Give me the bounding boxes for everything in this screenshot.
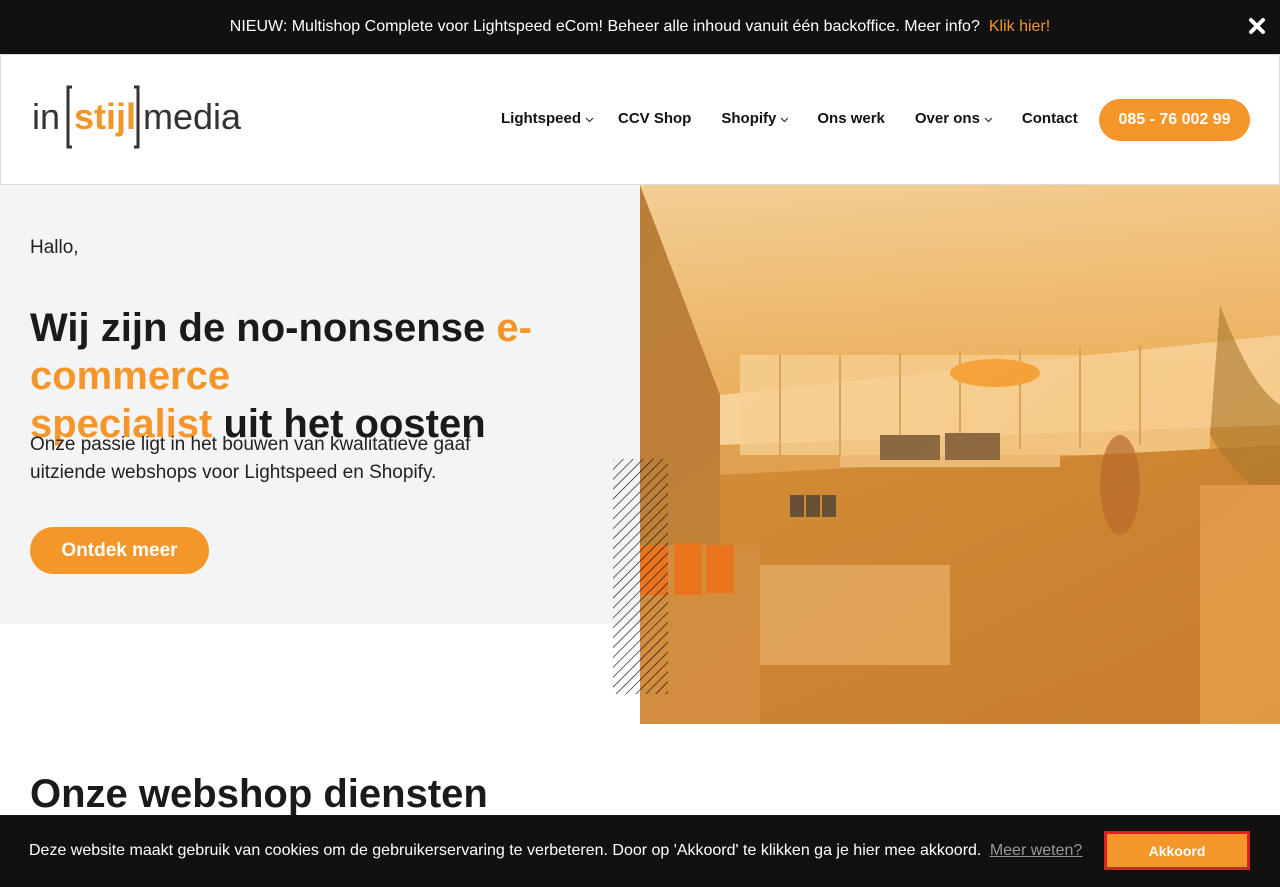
nav-item-ons-werk[interactable]: Ons werk xyxy=(817,110,885,127)
cookie-message: Deze website maakt gebruik van cookies o… xyxy=(29,842,982,859)
logo-text-in: in xyxy=(32,96,60,137)
chevron-down-icon xyxy=(585,117,594,122)
nav-label-shopify: Shopify xyxy=(721,110,777,127)
announcement-bar: NIEUW: Multishop Complete voor Lightspee… xyxy=(0,0,1280,54)
announcement-message: NIEUW: Multishop Complete voor Lightspee… xyxy=(229,18,980,35)
hero-intro: Onze passie ligt in het bouwen van kwali… xyxy=(30,434,471,483)
cookie-bar: Deze website maakt gebruik van cookies o… xyxy=(0,815,1280,887)
chevron-down-icon xyxy=(984,117,993,122)
site-header: in stijl media Lightspeed CCV Shop Shopi… xyxy=(0,54,1280,185)
nav-label-lightspeed: Lightspeed xyxy=(501,110,582,127)
nav-item-ccv-shop[interactable]: CCV Shop xyxy=(618,110,691,127)
nav-item-lightspeed[interactable]: Lightspeed xyxy=(501,110,594,127)
hero-office-image xyxy=(640,185,1280,724)
logo-text-stijl: stijl xyxy=(74,96,136,137)
nav-label-over-ons: Over ons xyxy=(914,110,980,127)
headline-part1: Wij zijn de no-nonsense xyxy=(30,306,497,350)
nav-label-contact: Contact xyxy=(1021,110,1078,127)
cookie-message-wrap: Deze website maakt gebruik van cookies o… xyxy=(29,842,1082,860)
main-nav: Lightspeed CCV Shop Shopify Ons werk Ove… xyxy=(501,110,1078,127)
nav-item-contact[interactable]: Contact xyxy=(1022,110,1078,127)
services-title: Onze webshop diensten xyxy=(30,772,488,816)
hatch-pattern-decoration xyxy=(613,459,668,694)
hero-greeting: Hallo, xyxy=(30,237,79,258)
nav-item-shopify[interactable]: Shopify xyxy=(721,110,789,127)
ontdek-meer-button[interactable]: Ontdek meer xyxy=(30,527,209,574)
nav-item-over-ons[interactable]: Over ons xyxy=(915,110,993,127)
phone-button[interactable]: 085 - 76 002 99 xyxy=(1099,99,1250,141)
close-icon[interactable] xyxy=(1248,17,1266,35)
nav-label-ons-werk: Ons werk xyxy=(817,110,885,127)
cookie-more-link[interactable]: Meer weten? xyxy=(990,842,1083,859)
cookie-accept-button[interactable]: Akkoord xyxy=(1104,831,1250,870)
announcement-link[interactable]: Klik hier! xyxy=(989,18,1050,36)
chevron-down-icon xyxy=(780,117,789,122)
logo-text-media: media xyxy=(143,96,242,137)
nav-label-ccv-shop: CCV Shop xyxy=(618,110,692,127)
logo[interactable]: in stijl media xyxy=(32,85,258,153)
hero-headline: Wij zijn de no-nonsense e-commerce speci… xyxy=(30,304,730,448)
